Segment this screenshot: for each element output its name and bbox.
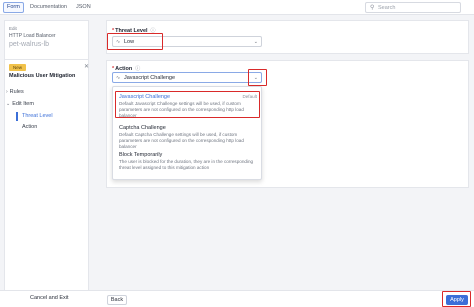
search-icon: ⚲ — [370, 5, 375, 11]
search-input[interactable]: ⚲ Search — [365, 2, 461, 13]
chevron-down-icon: ⌄ — [6, 101, 11, 107]
option-description: The user is blocked for the duration, th… — [119, 159, 254, 170]
search-placeholder: Search — [378, 5, 396, 11]
option-description: Default Captcha Challenge settings will … — [119, 132, 244, 149]
section-title: Malicious User Mitigation — [9, 73, 76, 79]
option-title: Block Temporarily — [119, 152, 163, 158]
load-balancer-type: HTTP Load Balancer — [9, 33, 56, 39]
back-button[interactable]: Back — [107, 295, 127, 305]
top-bar: Form Documentation JSON ⚲ Search — [0, 0, 474, 15]
sidebar-item-action[interactable]: Action — [22, 124, 37, 130]
action-select[interactable]: ∿ Javascript Challenge ⌄ — [112, 72, 262, 83]
highlight-action-caret — [248, 69, 267, 86]
load-balancer-name: pet-walrus-lb — [9, 41, 50, 48]
highlight-apply — [442, 291, 471, 307]
footer-bar — [0, 290, 474, 307]
option-block-temporarily[interactable]: Block Temporarily The user is blocked fo… — [119, 152, 257, 171]
tab-form[interactable]: Form — [3, 2, 24, 13]
sidebar-item-edit-item[interactable]: ⌄ Edit Item — [6, 101, 34, 107]
highlight-threat-level — [107, 33, 163, 50]
sidebar-item-rules[interactable]: › Rules — [6, 89, 24, 95]
new-badge: New — [9, 64, 27, 71]
breadcrumb: Edit — [9, 26, 17, 31]
action-icon: ∿ — [116, 75, 121, 81]
divider — [5, 59, 88, 60]
option-title: Captcha Challenge — [119, 125, 166, 131]
sidebar: Edit HTTP Load Balancer pet-walrus-lb Ne… — [4, 20, 89, 302]
chevron-right-icon: › — [6, 89, 8, 95]
cancel-and-exit-button[interactable]: Cancel and Exit — [30, 295, 69, 301]
sidebar-item-label: Edit Item — [12, 101, 34, 107]
chevron-down-icon: ⌄ — [253, 39, 258, 45]
option-captcha-challenge[interactable]: Captcha Challenge Default Captcha Challe… — [119, 125, 257, 150]
action-label: *Action ⓘ — [112, 66, 141, 72]
close-icon[interactable]: ✕ — [84, 63, 89, 70]
tab-json[interactable]: JSON — [73, 2, 94, 13]
action-value: Javascript Challenge — [124, 75, 176, 81]
sidebar-item-label: Rules — [9, 89, 24, 95]
sidebar-item-threat-level[interactable]: Threat Level — [16, 112, 53, 121]
highlight-javascript-option — [115, 91, 260, 118]
tab-documentation[interactable]: Documentation — [27, 2, 70, 13]
